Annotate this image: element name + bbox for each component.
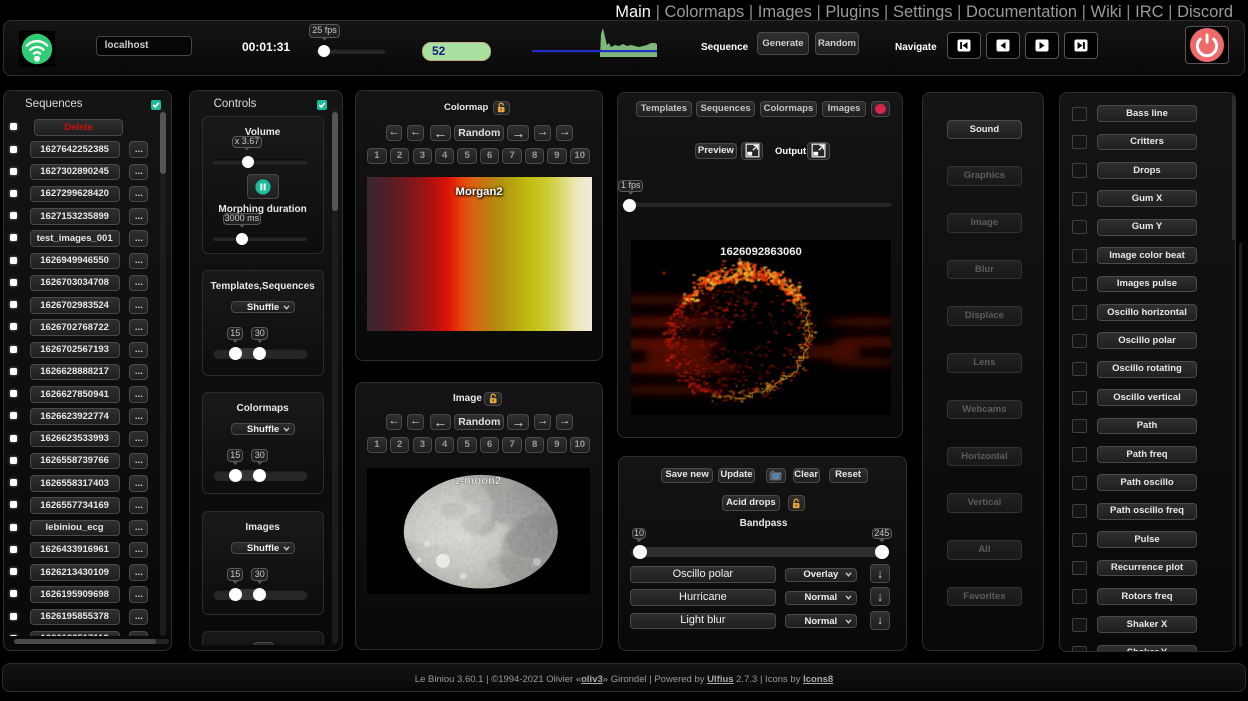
svg-text:z-moon2: z-moon2	[455, 475, 501, 487]
